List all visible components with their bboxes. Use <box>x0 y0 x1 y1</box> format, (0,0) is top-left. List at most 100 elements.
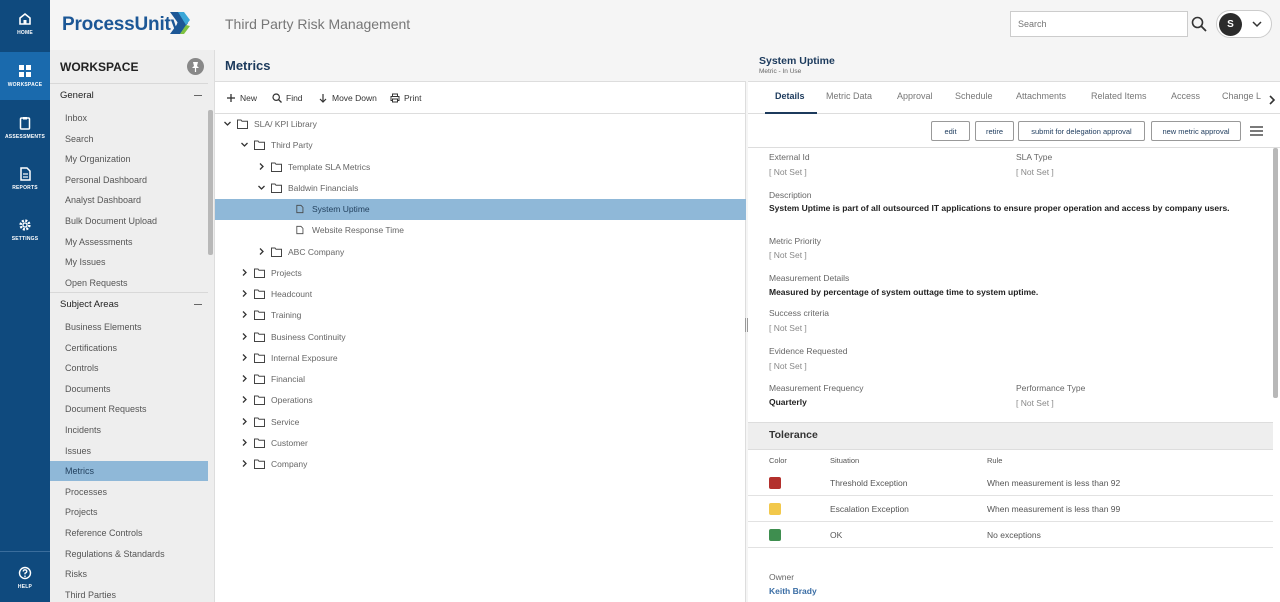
tree-folder-row[interactable]: Company <box>215 454 746 475</box>
chevron-right-icon[interactable] <box>258 162 265 170</box>
tree-folder-row[interactable]: Business Continuity <box>215 327 746 348</box>
subject-areas-group-header[interactable]: Subject Areas <box>50 292 208 316</box>
hamburger-menu-icon[interactable] <box>1250 126 1263 136</box>
pin-button[interactable] <box>187 58 204 75</box>
sidebar-item[interactable]: Incidents <box>50 420 208 440</box>
find-button[interactable]: Find <box>272 93 303 103</box>
move-down-button[interactable]: Move Down <box>318 93 377 103</box>
app-logo-text[interactable]: ProcessUnity <box>62 14 181 36</box>
owner-label: Owner <box>769 572 795 582</box>
sidebar-item[interactable]: Regulations & Standards <box>50 544 208 564</box>
search-input[interactable] <box>1010 11 1188 37</box>
rail-workspace-button[interactable]: WORKSPACE <box>0 52 50 100</box>
chevron-right-icon[interactable] <box>241 268 248 276</box>
chevron-right-icon[interactable] <box>241 332 248 340</box>
tree-folder-row[interactable]: Financial <box>215 369 746 390</box>
rail-help-button[interactable]: HELP <box>0 554 50 602</box>
chevron-right-icon[interactable] <box>241 396 248 404</box>
tab-related-items[interactable]: Related Items <box>1091 91 1147 101</box>
sla-type-label: SLA Type <box>1016 152 1053 162</box>
chevron-right-icon[interactable] <box>241 438 248 446</box>
sidebar-item[interactable]: Risks <box>50 564 208 584</box>
user-menu[interactable]: S <box>1216 10 1272 38</box>
chevron-down-icon[interactable] <box>241 141 248 148</box>
chevron-down-icon[interactable] <box>258 184 265 191</box>
new-metric-approval-button[interactable]: new metric approval <box>1151 121 1241 141</box>
tree-folder-row[interactable]: Operations <box>215 390 746 411</box>
tree-folder-row[interactable]: Third Party <box>215 135 746 156</box>
workspace-sidebar: WORKSPACE General Subject Areas Inbox Sea… <box>50 50 215 602</box>
tree-folder-row[interactable]: Training <box>215 305 746 326</box>
tab-approval[interactable]: Approval <box>897 91 933 101</box>
tabs-scroll-right-button[interactable] <box>1268 92 1276 105</box>
tree-node-label: Baldwin Financials <box>288 182 359 193</box>
sidebar-item[interactable]: Issues <box>50 441 208 461</box>
sidebar-item[interactable]: Processes <box>50 482 208 502</box>
tree-folder-row[interactable]: Headcount <box>215 284 746 305</box>
home-icon <box>19 12 31 25</box>
chevron-right-icon[interactable] <box>241 290 248 297</box>
tab-schedule[interactable]: Schedule <box>955 91 993 101</box>
detail-panel: System Uptime Metric - In Use Details Met… <box>748 50 1280 602</box>
tree-folder-row[interactable]: Service <box>215 412 746 433</box>
chevron-down-icon[interactable] <box>224 120 231 127</box>
document-icon <box>296 204 304 214</box>
sidebar-item[interactable]: My Assessments <box>50 232 208 252</box>
tree-folder-row[interactable]: Template SLA Metrics <box>215 157 746 178</box>
tree-item-row[interactable]: Website Response Time <box>215 220 746 241</box>
sidebar-item[interactable]: Documents <box>50 379 208 399</box>
sidebar-item[interactable]: Search <box>50 129 208 149</box>
new-button[interactable]: New <box>226 93 257 103</box>
sidebar-item[interactable]: Document Requests <box>50 399 208 419</box>
rail-assessments-button[interactable]: ASSESSMENTS <box>0 104 50 152</box>
tree-folder-row[interactable]: Customer <box>215 433 746 454</box>
rail-reports-button[interactable]: REPORTS <box>0 155 50 203</box>
tab-attachments[interactable]: Attachments <box>1016 91 1066 101</box>
tab-details[interactable]: Details <box>775 91 805 101</box>
sidebar-item[interactable]: Certifications <box>50 338 208 358</box>
tree-folder-row[interactable]: Internal Exposure <box>215 348 746 369</box>
tab-change-l[interactable]: Change L <box>1222 91 1261 101</box>
sidebar-item[interactable]: Reference Controls <box>50 523 208 543</box>
chevron-right-icon[interactable] <box>258 247 265 255</box>
sidebar-item[interactable]: Business Elements <box>50 317 208 337</box>
tolerance-rule-header: Rule <box>987 456 1003 465</box>
edit-button[interactable]: edit <box>931 121 970 141</box>
search-icon[interactable] <box>1191 16 1207 32</box>
tree-folder-row[interactable]: ABC Company <box>215 242 746 263</box>
submit-delegation-approval-button[interactable]: submit for delegation approval <box>1018 121 1145 141</box>
sidebar-item[interactable]: Metrics <box>50 461 208 482</box>
tree-folder-row[interactable]: Projects <box>215 263 746 284</box>
sidebar-item[interactable]: My Organization <box>50 149 208 169</box>
tab-metric-data[interactable]: Metric Data <box>826 91 872 101</box>
chevron-right-icon[interactable] <box>241 460 248 467</box>
sidebar-item[interactable]: Projects <box>50 502 208 522</box>
detail-scrollbar[interactable] <box>1273 148 1278 398</box>
sidebar-item[interactable]: Analyst Dashboard <box>50 190 208 210</box>
tab-access[interactable]: Access <box>1171 91 1200 101</box>
general-group-header[interactable]: General <box>50 83 208 107</box>
sidebar-item[interactable]: Bulk Document Upload <box>50 211 208 231</box>
details-fields: External Id [ Not Set ] SLA Type [ Not S… <box>748 148 1273 420</box>
sidebar-item[interactable]: Inbox <box>50 108 208 128</box>
sidebar-item[interactable]: Personal Dashboard <box>50 170 208 190</box>
chevron-right-icon[interactable] <box>241 417 248 425</box>
sidebar-item[interactable]: My Issues <box>50 252 208 272</box>
rail-workspace-label: WORKSPACE <box>7 82 43 88</box>
chevron-right-icon[interactable] <box>241 353 248 361</box>
retire-button[interactable]: retire <box>975 121 1014 141</box>
tree-node-label: Training <box>271 310 302 321</box>
chevron-right-icon[interactable] <box>241 311 248 319</box>
tree-item-row[interactable]: System Uptime <box>215 199 746 220</box>
sidebar-item[interactable]: Controls <box>50 358 208 378</box>
rail-settings-button[interactable]: SETTINGS <box>0 206 50 254</box>
chevron-right-icon[interactable] <box>241 375 248 382</box>
print-button[interactable]: Print <box>390 93 421 103</box>
sidebar-scrollbar[interactable] <box>208 110 213 255</box>
tree-folder-row[interactable]: SLA/ KPI Library <box>215 114 746 135</box>
sidebar-item[interactable]: Third Parties <box>50 585 208 602</box>
tree-folder-row[interactable]: Baldwin Financials <box>215 178 746 199</box>
owner-value[interactable]: Keith Brady <box>769 586 817 596</box>
sidebar-item[interactable]: Open Requests <box>50 273 208 293</box>
rail-home-button[interactable]: HOME <box>0 0 50 48</box>
